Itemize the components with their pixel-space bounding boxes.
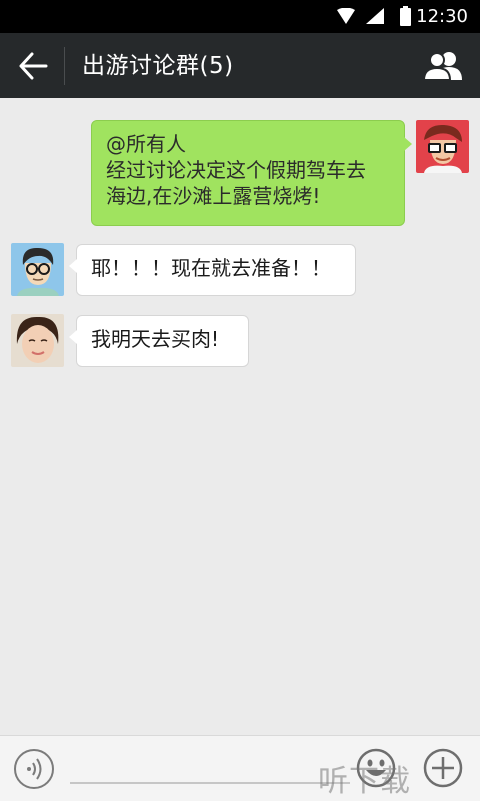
message-line: 海边,在沙滩上露营烧烤! [106, 184, 321, 208]
avatar-member-2[interactable] [11, 314, 64, 367]
avatar-member-1-image [11, 243, 64, 296]
message-line: 耶！！！现在就去准备！！ [91, 256, 331, 280]
add-more-icon[interactable] [423, 748, 463, 788]
avatar-me[interactable] [416, 120, 469, 173]
message-bubble-received[interactable]: 我明天去买肉! [69, 315, 249, 367]
chat-title: 出游讨论群(5) [82, 53, 234, 79]
title-divider [64, 47, 65, 85]
group-members-icon[interactable] [424, 49, 462, 81]
back-arrow-icon[interactable] [18, 52, 48, 80]
message-line: 经过讨论决定这个假期驾车去 [106, 158, 366, 182]
wifi-icon [337, 8, 355, 24]
chat-area[interactable]: @所有人 经过讨论决定这个假期驾车去 海边,在沙滩上露营烧烤! 耶！！！现在就去… [0, 98, 480, 735]
title-bar: 出游讨论群(5) [0, 33, 480, 98]
status-bar: 12:30 [0, 0, 480, 33]
message-input[interactable] [70, 782, 350, 784]
message-bubble-sent[interactable]: @所有人 经过讨论决定这个假期驾车去 海边,在沙滩上露营烧烤! [91, 120, 412, 226]
message-bubble-received[interactable]: 耶！！！现在就去准备！！ [69, 244, 356, 296]
signal-icon [366, 8, 384, 24]
voice-wave-icon [27, 758, 42, 780]
avatar-member-2-image [11, 314, 64, 367]
message-line: 我明天去买肉! [91, 327, 220, 351]
avatar-member-1[interactable] [11, 243, 64, 296]
status-time: 12:30 [416, 6, 468, 27]
watermark: 听下载 [318, 764, 411, 799]
message-line: @所有人 [106, 132, 186, 156]
battery-icon [400, 6, 411, 26]
avatar-me-image [416, 120, 469, 173]
voice-button[interactable] [14, 749, 54, 789]
